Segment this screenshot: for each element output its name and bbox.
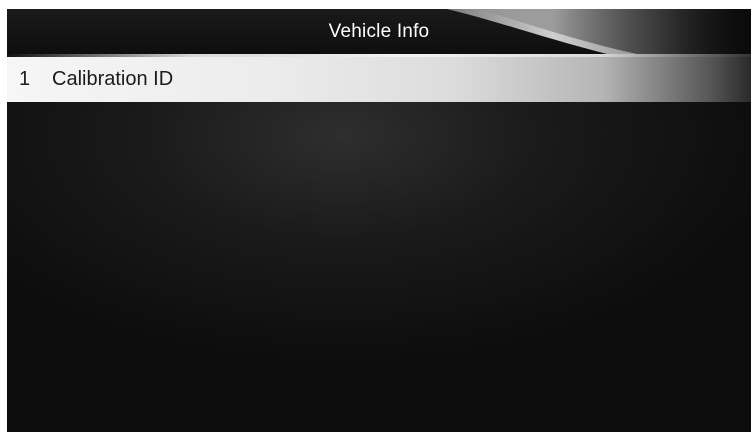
menu-list: 1 Calibration ID [7, 57, 751, 102]
scan-tool-screen: Vehicle Info 1 Calibration ID [7, 9, 751, 432]
menu-item-index: 1 [19, 68, 31, 90]
menu-item-calibration-id[interactable]: 1 Calibration ID [7, 57, 751, 102]
title-bar: Vehicle Info [7, 9, 751, 54]
menu-item-label: Calibration ID [52, 68, 174, 90]
page-title: Vehicle Info [328, 21, 430, 42]
